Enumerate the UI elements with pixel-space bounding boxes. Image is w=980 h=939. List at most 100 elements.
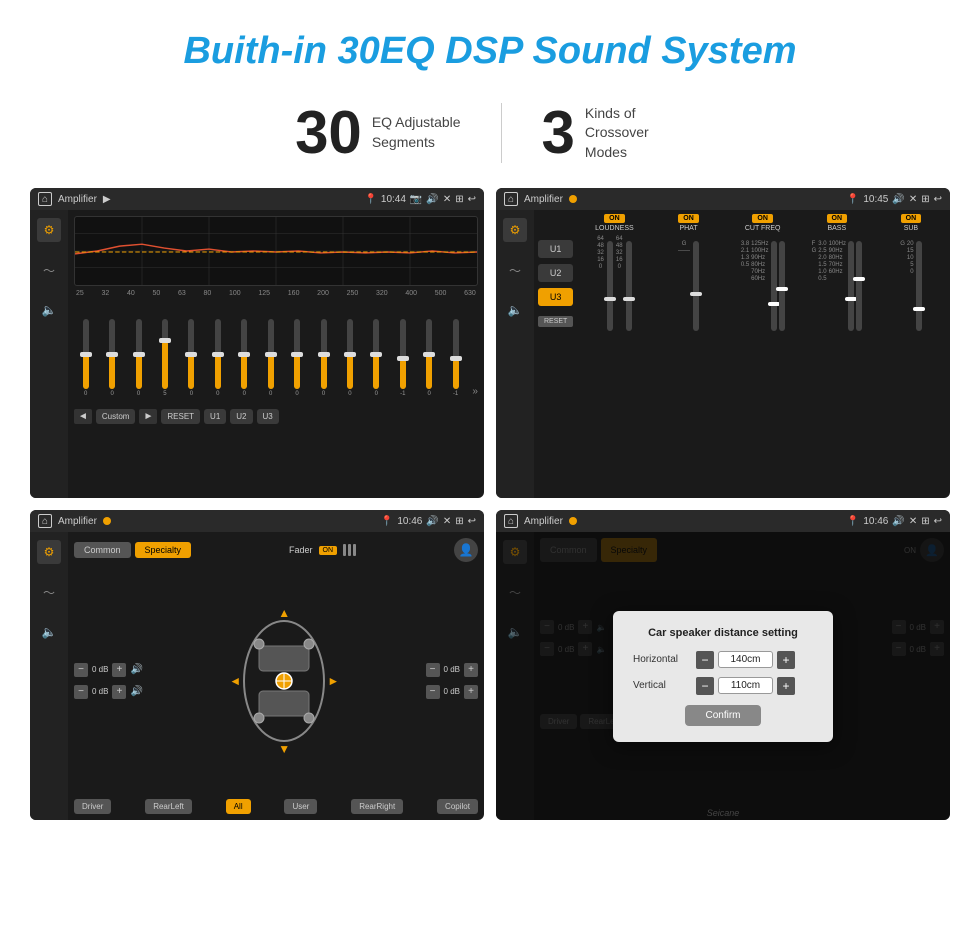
eq-slider-14[interactable]: -1 <box>444 319 467 397</box>
eq-slider-5[interactable]: 0 <box>206 319 229 397</box>
home-icon-1[interactable]: ⌂ <box>38 192 52 206</box>
db-plus-rr[interactable]: + <box>464 685 478 699</box>
bottom-buttons-3: Driver RearLeft All User RearRight Copil… <box>74 799 478 814</box>
reset-btn-1[interactable]: RESET <box>161 409 200 424</box>
window-icon-3[interactable]: ⊞ <box>455 516 463 527</box>
rearleft-btn[interactable]: RearLeft <box>145 799 192 814</box>
bass-on[interactable]: ON <box>827 214 848 223</box>
vertical-minus[interactable]: − <box>696 677 714 695</box>
eq-slider-6[interactable]: 0 <box>233 319 256 397</box>
camera-icon-1: 📷 <box>410 194 422 205</box>
wave-icon-3[interactable]: 〜 <box>37 580 61 604</box>
window-icon-2[interactable]: ⊞ <box>921 194 929 205</box>
eq-slider-11[interactable]: 0 <box>365 319 388 397</box>
db-plus-rl[interactable]: + <box>112 685 126 699</box>
screens-grid: ⌂ Amplifier ▶ 📍 10:44 📷 🔊 ✕ ⊞ ↩ ⚙ 〜 🔈 <box>10 188 970 820</box>
close-icon-1[interactable]: ✕ <box>443 194 451 205</box>
fader-label: Fader <box>289 545 313 555</box>
ch-cutfreq: ON CUT FREQ 3.82.11.30.5 125Hz100Hz90Hz8… <box>728 214 798 494</box>
db-control-fl: − 0 dB + 🔊 <box>74 663 143 677</box>
eq-icon-3[interactable]: ⚙ <box>37 540 61 564</box>
speaker-icon-1[interactable]: 🔈 <box>37 298 61 322</box>
db-minus-fl[interactable]: − <box>74 663 88 677</box>
vertical-plus[interactable]: + <box>777 677 795 695</box>
home-icon-2[interactable]: ⌂ <box>504 192 518 206</box>
specialty-tab[interactable]: Specialty <box>135 542 192 558</box>
home-icon-3[interactable]: ⌂ <box>38 514 52 528</box>
back-icon-3[interactable]: ↩ <box>468 516 476 527</box>
stats-row: 30 EQ AdjustableSegments 3 Kinds ofCross… <box>190 103 790 163</box>
back-icon-1[interactable]: ↩ <box>468 194 476 205</box>
sound-icon-3: 🔊 <box>426 516 438 527</box>
db-plus-fr[interactable]: + <box>464 663 478 677</box>
close-icon-2[interactable]: ✕ <box>909 194 917 205</box>
cutfreq-on[interactable]: ON <box>752 214 773 223</box>
db-plus-fl[interactable]: + <box>112 663 126 677</box>
u1-btn-1[interactable]: U1 <box>204 409 226 424</box>
horizontal-plus[interactable]: + <box>777 651 795 669</box>
copilot-btn[interactable]: Copilot <box>437 799 478 814</box>
reset-btn-2[interactable]: RESET <box>538 316 573 327</box>
horizontal-control: − 140cm + <box>696 651 795 669</box>
u3-btn-1[interactable]: U3 <box>257 409 279 424</box>
loudness-on[interactable]: ON <box>604 214 625 223</box>
speaker-main: Common Specialty Fader ON 👤 <box>68 532 484 820</box>
user-btn[interactable]: User <box>284 799 317 814</box>
rearright-btn[interactable]: RearRight <box>351 799 403 814</box>
eq-slider-4[interactable]: 0 <box>180 319 203 397</box>
wave-icon-1[interactable]: 〜 <box>37 258 61 282</box>
play-icon-1[interactable]: ▶ <box>103 194 111 205</box>
common-tab[interactable]: Common <box>74 542 131 558</box>
status-bar-right-4: 📍 10:46 🔊 ✕ ⊞ ↩ <box>847 516 942 527</box>
status-bar-left-4: ⌂ Amplifier <box>504 514 577 528</box>
db-minus-rr[interactable]: − <box>426 685 440 699</box>
horizontal-minus[interactable]: − <box>696 651 714 669</box>
all-btn[interactable]: All <box>226 799 251 814</box>
u2-btn-2[interactable]: U2 <box>538 264 573 282</box>
back-icon-2[interactable]: ↩ <box>934 194 942 205</box>
eq-slider-0[interactable]: 0 <box>74 319 97 397</box>
eq-slider-1[interactable]: 0 <box>100 319 123 397</box>
app-title-4: Amplifier <box>524 516 563 527</box>
eq-slider-13[interactable]: 0 <box>417 319 440 397</box>
rec-icon-4 <box>569 517 577 525</box>
close-icon-4[interactable]: ✕ <box>909 516 917 527</box>
db-minus-rl[interactable]: − <box>74 685 88 699</box>
eq-slider-12[interactable]: -1 <box>391 319 414 397</box>
eq-slider-10[interactable]: 0 <box>338 319 361 397</box>
fader-on-badge[interactable]: ON <box>319 546 338 555</box>
sub-on[interactable]: ON <box>901 214 922 223</box>
confirm-button[interactable]: Confirm <box>685 705 760 726</box>
u2-btn-1[interactable]: U2 <box>230 409 252 424</box>
window-icon-4[interactable]: ⊞ <box>921 516 929 527</box>
wave-icon-2[interactable]: 〜 <box>503 258 527 282</box>
eq-slider-7[interactable]: 0 <box>259 319 282 397</box>
eq-slider-8[interactable]: 0 <box>285 319 308 397</box>
eq-slider-3[interactable]: 5 <box>153 319 176 397</box>
back-icon-4[interactable]: ↩ <box>934 516 942 527</box>
eq-main: 2532405063 80100125160200 25032040050063… <box>68 210 484 498</box>
u3-btn-2[interactable]: U3 <box>538 288 573 306</box>
speaker-icon-2[interactable]: 🔈 <box>503 298 527 322</box>
eq-slider-9[interactable]: 0 <box>312 319 335 397</box>
db-minus-fr[interactable]: − <box>426 663 440 677</box>
next-btn[interactable]: ► <box>139 409 157 424</box>
speaker-center: ▲ ▼ ◄ ► <box>151 606 418 756</box>
app-title-3: Amplifier <box>58 516 97 527</box>
time-4: 10:46 <box>863 516 888 527</box>
sound-icon-4: 🔊 <box>892 516 904 527</box>
home-icon-4[interactable]: ⌂ <box>504 514 518 528</box>
close-icon-3[interactable]: ✕ <box>443 516 451 527</box>
prev-btn[interactable]: ◄ <box>74 409 92 424</box>
status-bar-4: ⌂ Amplifier 📍 10:46 🔊 ✕ ⊞ ↩ <box>496 510 950 532</box>
u1-btn-2[interactable]: U1 <box>538 240 573 258</box>
speaker-icon-3[interactable]: 🔈 <box>37 620 61 644</box>
eq-icon-1[interactable]: ⚙ <box>37 218 61 242</box>
sidebar-icons-3: ⚙ 〜 🔈 <box>30 532 68 820</box>
ch-bass: ON BASS FG 3.02.52.01.51.00.5 100Hz90Hz8… <box>802 214 872 494</box>
eq-icon-2[interactable]: ⚙ <box>503 218 527 242</box>
phat-on[interactable]: ON <box>678 214 699 223</box>
eq-slider-2[interactable]: 0 <box>127 319 150 397</box>
window-icon-1[interactable]: ⊞ <box>455 194 463 205</box>
driver-btn[interactable]: Driver <box>74 799 111 814</box>
